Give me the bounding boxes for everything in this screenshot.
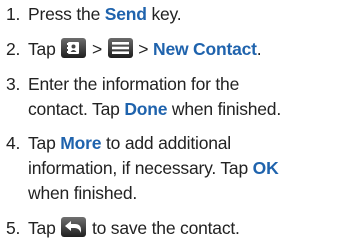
step-number: 3. [6, 74, 21, 94]
step-text: Tap to save the contact. [28, 216, 240, 241]
step-line: Enter the information for the [28, 72, 281, 97]
back-arrow-icon [61, 217, 87, 237]
step-line: Tap > > New Contact. [28, 37, 262, 62]
text-run: Tap [28, 133, 61, 153]
text-run: Tap [28, 218, 61, 238]
step-text: Enter the information for the contact. T… [28, 72, 281, 122]
text-run: to add additional [101, 133, 231, 153]
step-text: Press the Send key. [28, 2, 182, 27]
step-number: 1. [6, 4, 21, 24]
step-line: Tap to save the contact. [28, 216, 240, 241]
text-run: Press the [28, 4, 105, 24]
text-run: when finished. [28, 183, 138, 203]
step-number: 4. [6, 133, 21, 153]
menu-icon [107, 38, 133, 58]
text-run: to save the contact. [87, 218, 240, 238]
step-line: Tap More to add additional [28, 131, 279, 156]
step-line: contact. Tap Done when finished. [28, 97, 281, 122]
text-run: Enter the information for the [28, 74, 240, 94]
instruction-steps: 1. Press the Send key. 2. Tap > > New Co… [0, 0, 341, 246]
step-number: 5. [6, 218, 21, 238]
text-run: Tap [28, 39, 61, 59]
step-line: when finished. [28, 181, 279, 206]
new-contact-keyword: New Contact [153, 39, 257, 59]
step-text: Tap More to add additional information, … [28, 131, 279, 206]
step-text: Tap > > New Contact. [28, 37, 262, 62]
send-keyword: Send [104, 4, 147, 24]
done-keyword: Done [124, 99, 168, 119]
contacts-icon [61, 38, 87, 58]
text-run: information, if necessary. Tap [28, 158, 253, 178]
text-run: contact. Tap [28, 99, 125, 119]
text-run: . [256, 39, 262, 59]
text-run: > [87, 39, 107, 59]
step-line: Press the Send key. [28, 2, 182, 27]
text-run: key. [146, 4, 182, 24]
more-keyword: More [60, 133, 102, 153]
ok-keyword: OK [252, 158, 279, 178]
step-number: 2. [6, 39, 21, 59]
step-line: information, if necessary. Tap OK [28, 156, 279, 181]
text-run: > [133, 39, 153, 59]
text-run: when finished. [167, 99, 282, 119]
